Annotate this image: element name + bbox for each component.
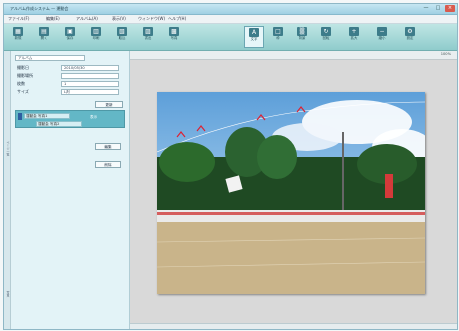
canvas-area: 100% <box>130 51 457 329</box>
zoom-out-icon: − <box>377 27 387 36</box>
edit-button[interactable]: 編集 <box>95 143 121 150</box>
menu-edit[interactable]: 編集(E) <box>46 15 60 23</box>
rail-label-photos[interactable]: 写真 <box>4 291 10 297</box>
minimize-button[interactable]: — <box>421 5 431 12</box>
toolbar-rotate-button[interactable]: ↻ 回転 <box>316 26 336 48</box>
save-icon: ▣ <box>65 27 75 36</box>
menu-window[interactable]: ウィンドウ(W) <box>138 15 165 23</box>
status-bar <box>130 323 457 329</box>
place-label: 撮影場所 <box>17 73 33 78</box>
update-button[interactable]: 更新 <box>95 101 123 108</box>
window-title: アルバム作成システム — 運動会 <box>10 6 69 11</box>
size-field[interactable]: L判 <box>61 89 119 95</box>
toolbar-print-button[interactable]: ▥ 印刷 <box>86 26 106 48</box>
tree <box>159 142 215 182</box>
toolbar-import-button[interactable]: ▧ 取込 <box>112 26 132 48</box>
close-button[interactable]: × <box>445 5 455 12</box>
zoom-level[interactable]: 100% <box>441 52 451 56</box>
place-field[interactable] <box>61 73 119 79</box>
toolbar-label: 回転 <box>322 36 330 40</box>
new-icon: ▦ <box>13 27 23 36</box>
menu-view[interactable]: 表示(V) <box>112 15 126 23</box>
album-title-field[interactable]: アルバム <box>15 55 85 61</box>
pole <box>342 132 344 217</box>
app-window: アルバム作成システム — 運動会 — □ × ファイル(F) 編集(E) アルバ… <box>3 3 458 330</box>
crowd <box>157 210 425 222</box>
red-banner <box>385 174 393 198</box>
ground <box>157 222 425 294</box>
background-icon: ▒ <box>297 27 307 36</box>
menu-bar: ファイル(F) 編集(E) アルバム(A) 表示(V) ウィンドウ(W) ヘルプ… <box>4 15 457 24</box>
menu-help[interactable]: ヘルプ(H) <box>168 15 186 23</box>
left-rail: ページ一覧 写真 <box>4 51 11 329</box>
toolbar-new-button[interactable]: ▦ 新規 <box>8 26 28 48</box>
settings-icon: ⚙ <box>405 27 415 36</box>
toolbar-label: 枠 <box>276 36 280 40</box>
toolbar-label: 写真 <box>170 36 178 40</box>
menu-file[interactable]: ファイル(F) <box>8 15 29 23</box>
export-icon: ▨ <box>143 27 153 36</box>
toolbar-settings-button[interactable]: ⚙ 設定 <box>400 26 420 48</box>
toolbar-label: 新規 <box>14 36 22 40</box>
toolbar-zoom-out-button[interactable]: − 縮小 <box>372 26 392 48</box>
toolbar-label: 印刷 <box>92 36 100 40</box>
toolbar-label: 保存 <box>66 36 74 40</box>
photo-select-1[interactable]: 運動会 写真1 <box>24 113 70 119</box>
properties-panel: アルバム 撮影日 2010/05/30 撮影場所 枚数 1 サイズ L判 更新 … <box>11 51 130 329</box>
toolbar-label: 背景 <box>298 36 306 40</box>
toolbar-label: 文字 <box>250 37 258 41</box>
toolbar-label: 書出 <box>144 36 152 40</box>
flag-icon <box>18 113 22 120</box>
text-icon: A <box>249 28 259 37</box>
tree <box>257 135 297 179</box>
size-label: サイズ <box>17 89 29 94</box>
menu-album[interactable]: アルバム(A) <box>76 15 98 23</box>
maximize-button[interactable]: □ <box>433 5 443 12</box>
zoom-in-icon: + <box>349 27 359 36</box>
toolbar-text-button[interactable]: A 文字 <box>244 26 264 48</box>
count-field[interactable]: 1 <box>61 81 119 87</box>
toolbar-frame-button[interactable]: □ 枠 <box>268 26 288 48</box>
display-option[interactable]: 表示 <box>90 115 97 120</box>
toolbar-label: 設定 <box>406 36 414 40</box>
frame-icon: □ <box>273 27 283 36</box>
toolbar-save-button[interactable]: ▣ 保存 <box>60 26 80 48</box>
count-label: 枚数 <box>17 81 25 86</box>
crowd-stripe <box>157 212 425 215</box>
print-icon: ▥ <box>91 27 101 36</box>
import-icon: ▧ <box>117 27 127 36</box>
photo-illustration <box>156 92 432 294</box>
photo-select-2[interactable]: 運動会 写真2 <box>36 121 82 127</box>
toolbar-label: 開く <box>40 36 48 40</box>
title-bar: アルバム作成システム — 運動会 — □ × <box>4 4 457 15</box>
open-icon: ▤ <box>39 27 49 36</box>
photo-icon: ▩ <box>169 27 179 36</box>
toolbar-background-button[interactable]: ▒ 背景 <box>292 26 312 48</box>
toolbar-label: 縮小 <box>378 36 386 40</box>
delete-button[interactable]: 削除 <box>95 161 121 168</box>
canvas-ruler: 100% <box>130 51 457 60</box>
toolbar-photo-button[interactable]: ▩ 写真 <box>164 26 184 48</box>
date-field[interactable]: 2010/05/30 <box>61 65 119 71</box>
toolbar-export-button[interactable]: ▨ 書出 <box>138 26 158 48</box>
toolbar-label: 取込 <box>118 36 126 40</box>
rail-label-pages[interactable]: ページ一覧 <box>4 141 10 156</box>
photo-group: 運動会 写真1 運動会 写真2 表示 <box>15 110 125 128</box>
toolbar-zoom-in-button[interactable]: + 拡大 <box>344 26 364 48</box>
sports-day-photo[interactable] <box>156 92 432 294</box>
date-label: 撮影日 <box>17 65 29 70</box>
rotate-icon: ↻ <box>321 27 331 36</box>
toolbar-label: 拡大 <box>350 36 358 40</box>
toolbar: ▦ 新規 ▤ 開く ▣ 保存 ▥ 印刷 ▧ 取込 ▨ 書出 ▩ 写真 A 文字 □ 枠 ▒ 背景 ↻… <box>4 24 457 51</box>
toolbar-open-button[interactable]: ▤ 開く <box>34 26 54 48</box>
